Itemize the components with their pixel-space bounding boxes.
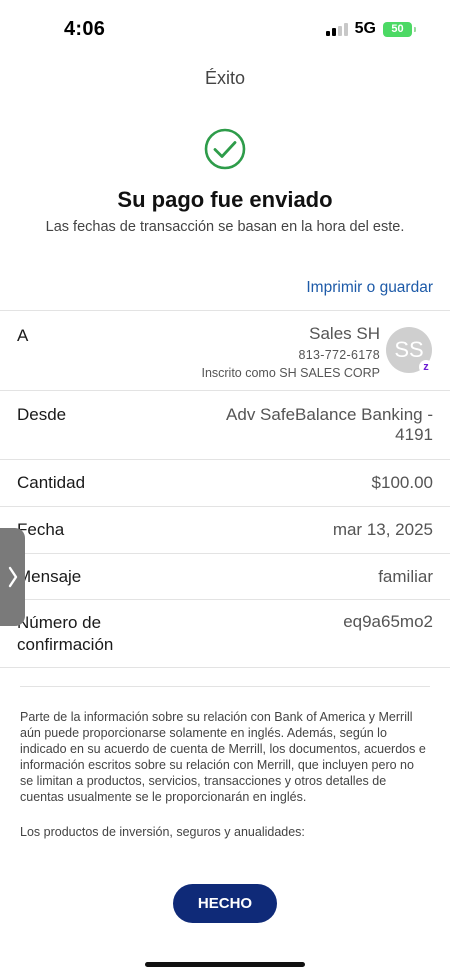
from-label: Desde [17,405,67,424]
detail-row-amount: Cantidad $100.00 [0,460,450,507]
recipient-info: Sales SH 813-772-6178 Inscrito como SH S… [201,324,380,380]
side-drawer-handle[interactable] [0,528,25,626]
page-title: Éxito [204,68,246,88]
message-label: Mensaje [17,566,82,586]
status-indicators: 5G 50 [325,20,416,38]
home-indicator[interactable] [145,962,305,967]
success-check-icon [204,128,246,170]
from-account-line1: Adv SafeBalance Banking - [226,405,433,424]
from-account-line2: 4191 [395,425,433,444]
disclaimer: Parte de la información sobre su relació… [20,686,430,840]
detail-row-to: A Sales SH 813-772-6178 Inscrito como SH… [0,311,450,391]
from-account: Adv SafeBalance Banking - 4191 [226,405,433,459]
disclaimer-paragraph: Parte de la información sobre su relació… [20,710,426,804]
amount-value: $100.00 [371,473,433,492]
confirmation-number-label-line2: confirmación [17,635,114,654]
recipient-phone: 813-772-6178 [298,348,380,362]
done-button[interactable]: HECHO [173,884,277,923]
confirmation-number-label: Número de confirmación [17,612,113,667]
footer: HECHO [0,868,450,976]
detail-row-from: Desde Adv SafeBalance Banking - 4191 [0,391,450,460]
battery-icon: 50 [383,21,416,37]
battery-level: 50 [391,23,404,35]
network-label: 5G [354,20,376,37]
date-value: mar 13, 2025 [332,520,433,539]
message-value: familiar [378,566,433,586]
disclaimer-paragraph-2: Los productos de inversión, seguros y an… [20,825,305,839]
confirmation-subtitle: Las fechas de transacción se basan en la… [45,219,405,235]
status-time: 4:06 [64,17,106,40]
detail-row-confirmation: Número de confirmación eq9a65mo2 [0,600,450,668]
signal-icon [325,22,348,36]
detail-row-date: Fecha mar 13, 2025 [0,507,450,554]
confirmation-number-label-line1: Número de [17,613,102,632]
payment-details: A Sales SH 813-772-6178 Inscrito como SH… [0,310,450,668]
recipient-enrolled-as: Inscrito como SH SALES CORP [201,366,380,380]
recipient-name: Sales SH [309,324,380,343]
chevron-right-icon [8,566,17,588]
confirmation-number-value: eq9a65mo2 [343,612,433,631]
zelle-icon: z [419,360,433,374]
print-or-save-link[interactable]: Imprimir o guardar [306,279,433,297]
confirmation-title: Su pago fue enviado [117,187,333,212]
amount-label: Cantidad [17,473,86,492]
to-label: A [17,326,29,345]
status-bar: 4:06 5G 50 [0,0,450,58]
detail-row-message: Mensaje familiar [0,554,450,600]
